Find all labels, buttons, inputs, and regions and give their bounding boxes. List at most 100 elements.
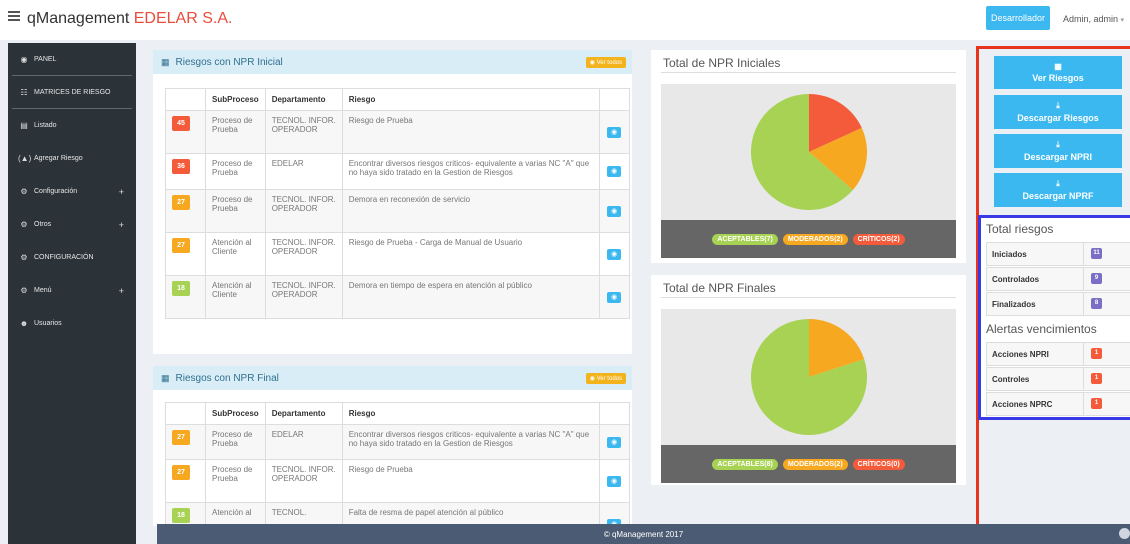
footer: © qManagement 2017 bbox=[157, 524, 1130, 544]
stat-count-badge: 1 bbox=[1091, 348, 1102, 359]
column-header bbox=[165, 402, 206, 425]
action-cell: ◉ bbox=[598, 110, 630, 154]
sidebar-item-3[interactable]: ▤ Listado bbox=[8, 109, 136, 142]
scroll-top-button[interactable] bbox=[1119, 528, 1130, 539]
departamento-cell: TECNOL. INFOR. OPERADOR bbox=[264, 459, 343, 503]
riesgo-cell: Riesgo de Prueba bbox=[341, 110, 600, 154]
score-cell: 27 bbox=[165, 232, 206, 276]
score-cell: 27 bbox=[165, 459, 206, 503]
table-row: 18 Atención al TECNOL. Falta de resma de pa… bbox=[165, 502, 630, 526]
departamento-cell: TECNOL. INFOR. OPERADOR bbox=[264, 232, 343, 276]
riesgo-cell: Encontrar diversos riesgos criticos- equ… bbox=[341, 424, 600, 460]
legend-chip-moderados: MODERADOS(2) bbox=[782, 233, 848, 245]
action-button-4[interactable]: ⤓ Descargar NPRF bbox=[994, 173, 1122, 207]
score-cell: 27 bbox=[165, 424, 206, 460]
action-button-3[interactable]: ⤓ Descargar NPRI bbox=[994, 134, 1122, 168]
totals-row: Controlados 9 bbox=[986, 267, 1130, 291]
departamento-cell: TECNOL. INFOR. OPERADOR bbox=[264, 110, 343, 154]
view-eye-button[interactable]: ◉ bbox=[607, 248, 622, 260]
view-eye-button[interactable]: ◉ bbox=[607, 166, 622, 177]
plus-icon: + bbox=[118, 219, 124, 230]
alerts-title: Alertas vencimientos bbox=[986, 322, 1097, 336]
top-bar: qManagement EDELAR S.A. Desarrollador Ad… bbox=[0, 0, 1130, 40]
legend-chip-críticos: CRÍTICOS(0) bbox=[852, 458, 905, 470]
action-cell: ◉ bbox=[598, 459, 630, 503]
npr-score-badge: 27 bbox=[172, 430, 190, 445]
grid-icon: ☷ bbox=[20, 87, 28, 97]
divider bbox=[1083, 268, 1084, 290]
sidebar-item-7[interactable]: ⚙ CONFIGURACIÓN bbox=[8, 241, 136, 274]
app-brand[interactable]: qManagement EDELAR S.A. bbox=[27, 10, 232, 28]
totals-title: Total riesgos bbox=[986, 222, 1054, 236]
npr-score-badge: 27 bbox=[172, 238, 190, 253]
sidebar-item-label: Listado bbox=[34, 122, 57, 129]
view-eye-button[interactable]: ◉ bbox=[607, 291, 622, 303]
riesgo-cell: Demora en reconexión de servicio bbox=[341, 189, 600, 233]
divider bbox=[661, 297, 956, 298]
npr-finales-chart-panel: Total de NPR Finales ACEPTABLES(8) MODERA… bbox=[651, 275, 966, 485]
column-header: Riesgo bbox=[341, 88, 600, 111]
sidebar-item-label: Configuración bbox=[34, 188, 78, 195]
divider bbox=[1083, 243, 1084, 265]
ver-todos-button[interactable]: ◉ Ver todos bbox=[585, 57, 626, 68]
table-icon: ▦ bbox=[161, 56, 170, 67]
departamento-cell: TECNOL. INFOR. OPERADOR bbox=[264, 275, 343, 319]
company-name: EDELAR S.A. bbox=[133, 10, 233, 27]
table-row: 27 Proceso de Prueba TECNOL. INFOR. OPERAD… bbox=[165, 459, 630, 503]
action-button-label: Descargar Riesgos bbox=[1017, 113, 1099, 123]
sidebar-item-1[interactable]: ◉ PANEL bbox=[12, 43, 132, 76]
view-eye-button[interactable]: ◉ bbox=[607, 205, 622, 217]
action-button-label: Descargar NPRI bbox=[1023, 152, 1093, 162]
score-cell: 18 bbox=[165, 275, 206, 319]
risk-table-inicial: SubProceso Departamento Riesgo 45 Proceso de… bbox=[165, 88, 630, 319]
divider bbox=[1083, 393, 1084, 415]
action-cell: ◉ bbox=[598, 153, 630, 190]
sidebar-item-label: Menú bbox=[34, 287, 52, 294]
divider bbox=[1083, 368, 1084, 390]
stat-count-badge: 11 bbox=[1091, 248, 1102, 259]
plus-icon: + bbox=[118, 285, 124, 296]
sidebar-item-2[interactable]: ☷ MATRICES DE RIESGO bbox=[12, 76, 132, 109]
sidebar-item-label: CONFIGURACIÓN bbox=[34, 254, 94, 261]
column-header: Departamento bbox=[264, 88, 343, 111]
column-header bbox=[598, 402, 630, 425]
sidebar-item-4[interactable]: (▲) Agregar Riesgo bbox=[8, 142, 136, 175]
user-menu[interactable]: Admin, admin ▾ bbox=[1063, 14, 1124, 24]
sidebar-item-label: PANEL bbox=[34, 55, 57, 63]
dashboard-icon: ◉ bbox=[20, 54, 28, 64]
action-button-label: Ver Riesgos bbox=[1032, 73, 1084, 83]
view-eye-button[interactable]: ◉ bbox=[607, 475, 622, 487]
sidebar-item-6[interactable]: ⚙ Otros + bbox=[8, 208, 136, 241]
subproceso-cell: Proceso de Prueba bbox=[205, 424, 266, 460]
ver-todos-button[interactable]: ◉ Ver todos bbox=[585, 373, 626, 384]
action-button-2[interactable]: ⤓ Descargar Riesgos bbox=[994, 95, 1122, 129]
users-icon: ☻ bbox=[19, 319, 29, 328]
panel-title: Riesgos con NPR Final bbox=[175, 372, 279, 384]
sidebar-item-9[interactable]: ☻ Usuarios bbox=[8, 307, 136, 340]
view-eye-button[interactable]: ◉ bbox=[607, 126, 622, 138]
environment-button[interactable]: Desarrollador bbox=[986, 6, 1050, 30]
download-icon: ⤓ bbox=[1056, 140, 1060, 149]
table-icon: ▦ bbox=[1054, 62, 1062, 71]
action-button-1[interactable]: ▦ Ver Riesgos bbox=[994, 56, 1122, 89]
stat-count-badge: 1 bbox=[1091, 373, 1102, 384]
sidebar-item-8[interactable]: ⚙ Menú + bbox=[8, 274, 136, 307]
alerts-row: Controles 1 bbox=[986, 367, 1130, 391]
npr-score-badge: 18 bbox=[172, 508, 190, 523]
user-name: Admin, admin bbox=[1063, 14, 1119, 24]
sidebar-item-5[interactable]: ⚙ Configuración + bbox=[8, 175, 136, 208]
chart-legend: ACEPTABLES(8) MODERADOS(2) CRÍTICOS(0) bbox=[661, 445, 956, 483]
npr-final-panel: ▦ Riesgos con NPR Final ◉ Ver todos SubP… bbox=[153, 366, 632, 526]
riesgo-cell: Falta de resma de papel atención al públ… bbox=[341, 502, 600, 526]
table-row: 36 Proceso de Prueba EDELAR Encontrar diver… bbox=[165, 153, 630, 190]
pie-chart-finales bbox=[751, 319, 867, 435]
table-row: 27 Proceso de Prueba TECNOL. INFOR. OPERAD… bbox=[165, 189, 630, 233]
view-eye-button[interactable]: ◉ bbox=[607, 436, 622, 448]
stat-count-badge: 9 bbox=[1091, 273, 1102, 284]
sidebar-item-label: Agregar Riesgo bbox=[34, 155, 83, 162]
menu-toggle-icon[interactable] bbox=[8, 11, 20, 21]
caret-down-icon: ▾ bbox=[1120, 17, 1125, 24]
alerts-row: Acciones NPRI 1 bbox=[986, 342, 1130, 366]
stat-label: Finalizados bbox=[992, 299, 1036, 309]
column-header: Departamento bbox=[264, 402, 343, 425]
